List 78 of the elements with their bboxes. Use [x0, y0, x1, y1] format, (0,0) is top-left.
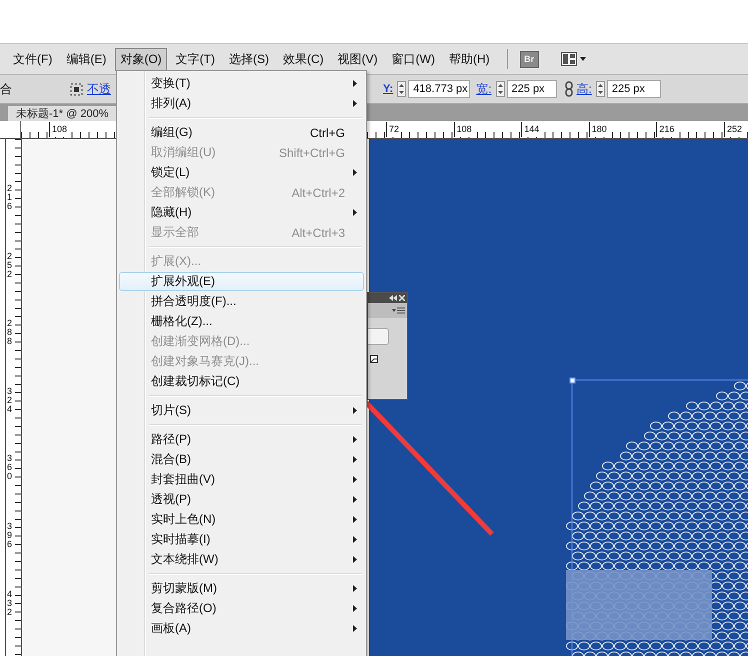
menu-item[interactable]: 画板(A) [119, 619, 364, 638]
menu-item[interactable]: 扩展外观(E) [119, 272, 364, 291]
menu-bar-item[interactable]: 文件(F) [8, 48, 58, 70]
workspace-layout-icon[interactable] [560, 52, 587, 66]
menu-item[interactable]: 拼合透明度(F)... [119, 292, 364, 311]
height-field[interactable]: 225 px [606, 80, 661, 98]
blend-label: 合 [0, 80, 12, 98]
menu-bar-item[interactable]: 帮助(H) [444, 48, 495, 70]
menu-item[interactable]: 实时上色(N) [119, 510, 364, 529]
menu-item[interactable]: 栅格化(Z)... [119, 312, 364, 331]
submenu-arrow-icon [353, 80, 357, 87]
menu-item[interactable]: 编组(G) Ctrl+G [119, 123, 364, 142]
submenu-arrow-icon [353, 407, 357, 414]
spinner-icon[interactable] [496, 81, 505, 97]
document-tab[interactable]: 未标题-1* @ 200% [8, 106, 116, 121]
input-field[interactable] [368, 328, 389, 345]
menu-item[interactable]: 排列(A) [119, 94, 364, 113]
menu-item[interactable]: 创建裁切标记(C) [119, 372, 364, 391]
ruler-label: 288 [7, 319, 14, 346]
menu-bar-item[interactable]: 选择(S) [224, 48, 274, 70]
menu-item[interactable]: 文本绕排(W) [119, 550, 364, 569]
menu-item[interactable]: 变换(T) [119, 74, 364, 93]
y-label: Y: [383, 83, 394, 95]
ruler-label: 252 [724, 122, 742, 137]
submenu-arrow-icon [353, 536, 357, 543]
menu-bar-item[interactable]: 效果(C) [278, 48, 329, 70]
ruler-label: 396 [7, 522, 14, 549]
close-icon[interactable] [399, 295, 405, 301]
menu-item[interactable]: 切片(S) [119, 401, 364, 420]
y-field[interactable]: 418.773 px [408, 80, 470, 98]
menu-bar-item[interactable]: 对象(O) [115, 48, 167, 70]
width-field[interactable]: 225 px [506, 80, 557, 98]
panel-menu-icon[interactable] [392, 307, 405, 314]
submenu-arrow-icon [353, 625, 357, 632]
submenu-arrow-icon [353, 436, 357, 443]
submenu-arrow-icon [353, 456, 357, 463]
link-icon[interactable] [564, 81, 573, 97]
submenu-arrow-icon [353, 476, 357, 483]
submenu-arrow-icon [353, 209, 357, 216]
ruler-label: 72 [386, 122, 400, 137]
submenu-arrow-icon [353, 169, 357, 176]
submenu-arrow-icon [353, 516, 357, 523]
menu-item[interactable]: 复合路径(O) [119, 599, 364, 618]
ruler-label: 360 [7, 454, 14, 482]
ruler-label: 252 [7, 252, 14, 279]
ruler-label: 180 [588, 122, 607, 137]
ruler-label: 108 [49, 122, 68, 137]
menu-item[interactable]: 剪切蒙版(M) [119, 579, 364, 598]
collapse-icon[interactable] [389, 295, 397, 301]
ruler-label: 324 [7, 386, 14, 414]
dotted-square-icon[interactable] [70, 82, 83, 96]
menu-item[interactable]: 路径(P) [119, 430, 364, 449]
ruler-label: 144 [521, 122, 540, 137]
submenu-arrow-icon [353, 585, 357, 592]
menu-item[interactable]: 实时描摹(I) [119, 530, 364, 549]
menu-bar-item[interactable]: 窗口(W) [386, 48, 440, 70]
width-label: 宽: [476, 80, 492, 98]
ruler-label: 432 [7, 590, 14, 617]
menu-item[interactable]: 隐藏(H) [119, 203, 364, 222]
spinner-icon[interactable] [397, 81, 406, 97]
menu-bar-item[interactable]: 文字(T) [170, 48, 220, 70]
submenu-arrow-icon [353, 556, 357, 563]
spinner-icon[interactable] [596, 81, 605, 97]
menu-item[interactable]: 透视(P) [119, 490, 364, 509]
opacity-link[interactable]: 不透 [87, 80, 111, 98]
menu-item[interactable]: 锁定(L) [119, 163, 364, 182]
submenu-arrow-icon [353, 100, 357, 107]
submenu-arrow-icon [353, 605, 357, 612]
menu-bar-item[interactable]: 视图(V) [332, 48, 383, 70]
ruler-label: 216 [656, 122, 674, 137]
ruler-label: 216 [7, 184, 14, 211]
menu-bar-item[interactable]: 编辑(E) [61, 48, 112, 70]
ruler-label: 108 [454, 122, 472, 137]
submenu-arrow-icon [353, 496, 357, 503]
corner-icon[interactable] [370, 355, 378, 363]
menu-item[interactable]: 混合(B) [119, 450, 364, 469]
height-label: 高: [576, 80, 592, 98]
menu-item[interactable]: 封套扭曲(V) [119, 470, 364, 489]
